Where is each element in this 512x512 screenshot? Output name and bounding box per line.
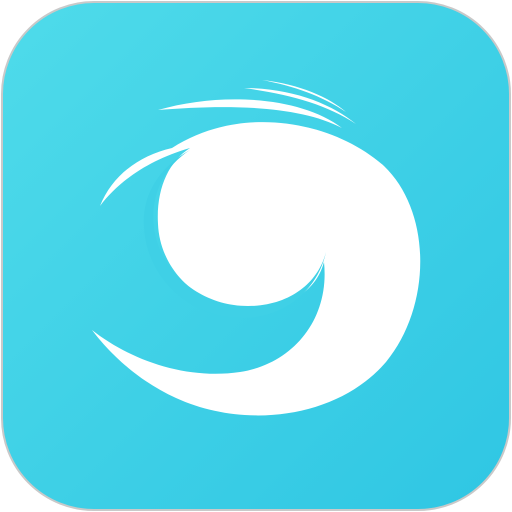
- app-icon[interactable]: [0, 0, 512, 512]
- eye-pupil: [184, 166, 288, 270]
- app-icon-canvas: [0, 0, 512, 512]
- swirl-eye-logo-icon: [1, 1, 511, 511]
